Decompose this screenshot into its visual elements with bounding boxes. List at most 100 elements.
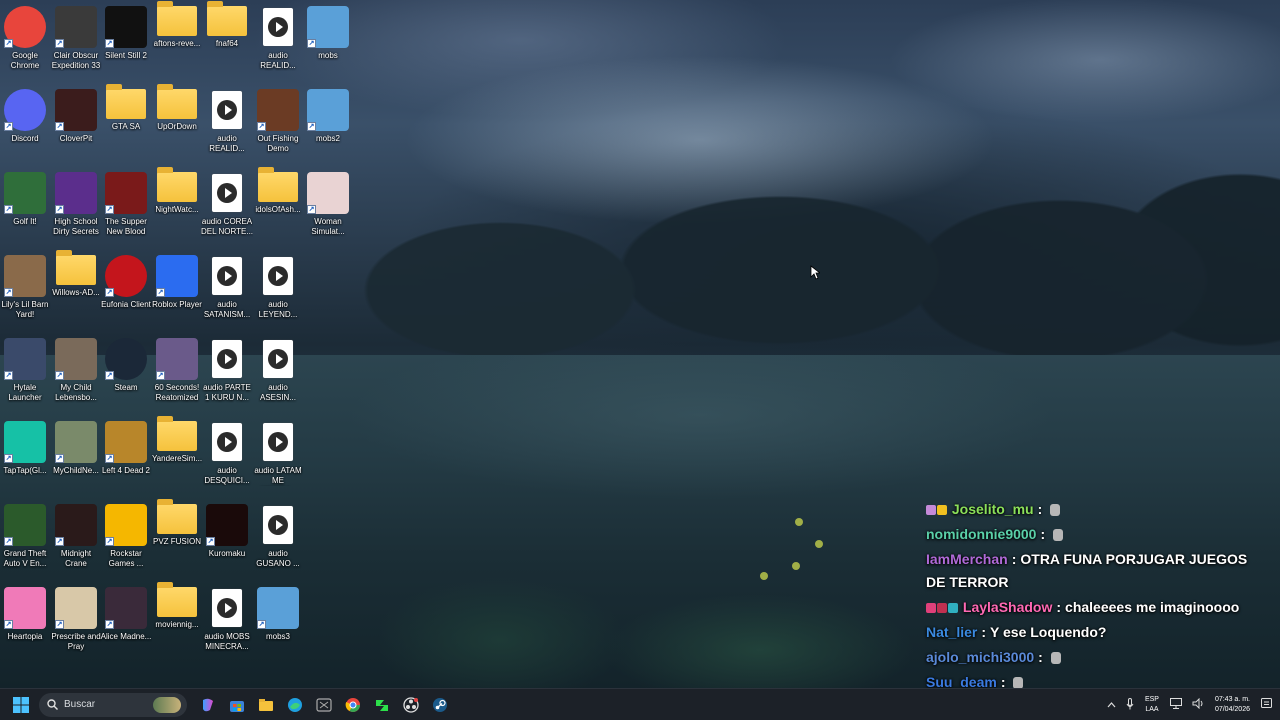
desktop-icon[interactable]: ↗ mobs2 <box>303 83 353 165</box>
desktop-icon[interactable]: ↗ mobs3 <box>253 581 303 663</box>
shortcut-arrow-icon: ↗ <box>55 371 64 380</box>
desktop-icon[interactable]: ↗ Silent Still 2 <box>101 0 151 82</box>
desktop-icon-label: Woman Simulat... <box>311 217 345 236</box>
desktop-icon[interactable]: ↗ MyChildNe... <box>51 415 101 497</box>
desktop-icon[interactable]: ↗ Golf It! <box>0 166 50 248</box>
desktop-icon[interactable]: fnaf64 <box>202 0 252 82</box>
desktop-icon[interactable]: audio ASESIN... <box>253 332 303 414</box>
audio-file-icon <box>257 504 299 546</box>
desktop-icon[interactable]: aftons-reve... <box>152 0 202 82</box>
desktop-icon[interactable]: ↗ mobs <box>303 0 353 82</box>
shortcut-arrow-icon: ↗ <box>307 205 316 214</box>
desktop-icon[interactable]: ↗ Lily's Lil Barn Yard! <box>0 249 50 331</box>
desktop-icon-label: audio ASESIN... <box>259 383 296 402</box>
desktop-icon[interactable]: ↗ Clair Obscur Expedition 33 <box>51 0 101 82</box>
show-hidden-icons-button[interactable] <box>1107 699 1116 711</box>
desktop-icon-label: Out Fishing Demo <box>257 134 299 153</box>
file-explorer-button[interactable] <box>251 690 280 720</box>
desktop-icon[interactable]: audio COREA DEL NORTE... <box>201 166 253 248</box>
desktop-icon[interactable]: ↗ Hytale Launcher <box>0 332 50 414</box>
taskbar-search-box[interactable]: Buscar <box>39 692 187 717</box>
prescribe-pray-icon: ↗ <box>55 587 97 629</box>
desktop-icon[interactable]: ↗ Out Fishing Demo <box>253 83 303 165</box>
desktop-icon[interactable]: ↗ Google Chrome <box>0 0 50 82</box>
desktop-icon[interactable]: moviennig... <box>152 581 202 663</box>
game-app-button[interactable] <box>367 690 396 720</box>
desktop-icon[interactable]: ↗ Woman Simulat... <box>303 166 353 248</box>
silent-still-icon: ↗ <box>105 6 147 48</box>
edge-icon <box>287 697 302 712</box>
desktop-icon[interactable]: Willows-AD... <box>51 249 101 331</box>
start-button[interactable] <box>6 690 35 720</box>
desktop-icon[interactable]: audio REALID... <box>253 0 303 82</box>
desktop-icon-label: fnaf64 <box>215 39 239 48</box>
taptap-icon: ↗ <box>4 421 46 463</box>
desktop-icon[interactable]: ↗ The Supper New Blood <box>101 166 151 248</box>
xbox-button[interactable] <box>309 690 338 720</box>
desktop-icon[interactable]: ↗ Left 4 Dead 2 <box>101 415 151 497</box>
desktop-icon[interactable]: NightWatc... <box>152 166 202 248</box>
desktop-icon[interactable]: ↗ 60 Seconds! Reatomized <box>152 332 202 414</box>
desktop-icon[interactable]: ↗ TapTap(Gl... <box>0 415 50 497</box>
desktop-icon[interactable]: audio DESQUICI... <box>202 415 252 497</box>
shortcut-arrow-icon: ↗ <box>55 205 64 214</box>
desktop-icon-label: CloverPit <box>59 134 93 143</box>
desktop-icon-label: Midnight Crane <box>60 549 92 568</box>
folder-icon <box>157 499 197 534</box>
microsoft-store-button[interactable] <box>222 690 251 720</box>
chrome-icon: ↗ <box>4 6 46 48</box>
desktop-icon[interactable]: audio PARTE 1 KURU N... <box>202 332 252 414</box>
desktop-icon[interactable]: ↗ Steam <box>101 332 151 414</box>
chrome-taskbar-button[interactable] <box>338 690 367 720</box>
desktop-icon[interactable]: audio MOBS MINECRA... <box>202 581 252 663</box>
edge-button[interactable] <box>280 690 309 720</box>
audio-file-icon <box>206 89 248 131</box>
desktop-icon[interactable]: YandereSim... <box>152 415 202 497</box>
clock[interactable]: 07:43 a. m. 07/04/2026 <box>1215 695 1250 715</box>
desktop-icon-label: Discord <box>11 134 39 143</box>
desktop-icon-label: Google Chrome <box>10 51 40 70</box>
obs-button[interactable] <box>396 690 425 720</box>
supper-icon: ↗ <box>105 172 147 214</box>
desktop-icon[interactable]: ↗ My Child Lebensbo... <box>51 332 101 414</box>
desktop-icon[interactable]: audio SATANISM... <box>202 249 252 331</box>
discord-icon: ↗ <box>4 89 46 131</box>
desktop-icon[interactable]: audio REALID... <box>202 83 252 165</box>
desktop-icon[interactable]: audio LATAM ME ATERRA... <box>253 415 303 497</box>
desktop-icon[interactable]: audio LEYEND... <box>253 249 303 331</box>
desktop-icon[interactable]: ↗ High School Dirty Secrets <box>51 166 101 248</box>
microsoft-store-icon <box>229 700 244 712</box>
shortcut-arrow-icon: ↗ <box>307 39 316 48</box>
desktop-icon[interactable]: PVZ FUSION <box>152 498 202 580</box>
volume-tray-button[interactable] <box>1192 697 1204 712</box>
desktop-icon[interactable]: ↗ Heartopia <box>0 581 50 663</box>
desktop-icon[interactable]: GTA SA <box>101 83 151 165</box>
desktop-icon[interactable]: ↗ Grand Theft Auto V En... <box>0 498 50 580</box>
desktop-icon[interactable]: ↗ Discord <box>0 83 50 165</box>
desktop-icon[interactable]: idolsOfAsh... <box>253 166 303 248</box>
desktop-icon[interactable]: ↗ Roblox Player <box>152 249 202 331</box>
chat-badge-icon <box>937 505 947 516</box>
audio-file-icon <box>206 338 248 380</box>
steam-taskbar-button[interactable] <box>425 690 454 720</box>
shortcut-arrow-icon: ↗ <box>105 39 114 48</box>
desktop-icon[interactable]: audio GUSANO ... <box>253 498 303 580</box>
file-explorer-icon <box>258 698 273 711</box>
microphone-tray-button[interactable] <box>1126 697 1134 713</box>
input-language-indicator[interactable]: ESP LAA <box>1145 695 1159 715</box>
desktop-icon[interactable]: ↗ Midnight Crane <box>51 498 101 580</box>
desktop-icon[interactable]: ↗ Eufonia Client <box>101 249 151 331</box>
desktop-icon[interactable]: ↗ Prescribe and Pray <box>51 581 101 663</box>
desktop-icon[interactable]: ↗ Kuromaku <box>202 498 252 580</box>
desktop-icon-label: NightWatc... <box>155 205 199 214</box>
desktop-icon[interactable]: ↗ CloverPit <box>51 83 101 165</box>
desktop-icon[interactable]: ↗ Rockstar Games ... <box>101 498 151 580</box>
copilot-button[interactable] <box>193 690 222 720</box>
desktop-icon[interactable]: ↗ Alice Madne... <box>101 581 151 663</box>
desktop-icon-label: YandereSim... <box>151 454 203 463</box>
audio-file-icon <box>206 587 248 629</box>
desktop-icon[interactable]: UpOrDown <box>152 83 202 165</box>
notification-center-button[interactable] <box>1261 697 1272 713</box>
network-tray-button[interactable] <box>1169 698 1182 712</box>
out-fishing-icon: ↗ <box>257 89 299 131</box>
